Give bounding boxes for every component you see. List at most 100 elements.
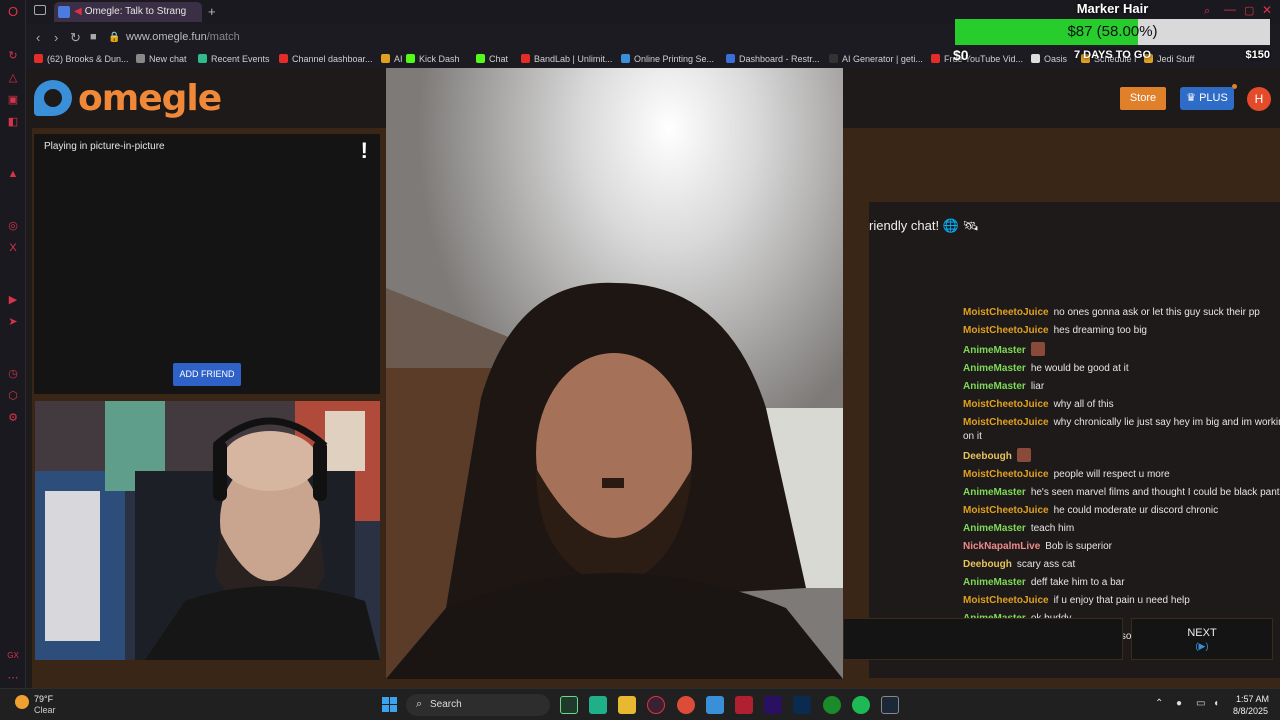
voicemod-icon[interactable] (735, 696, 753, 714)
plus-button[interactable]: ♛ PLUS (1180, 87, 1234, 110)
volume-icon[interactable]: ◖ (1213, 698, 1219, 709)
aria-icon[interactable]: △ (7, 72, 19, 84)
forward-icon[interactable]: › (54, 30, 58, 45)
player-icon[interactable]: ▶ (7, 294, 19, 306)
chat-message: AnimeMaster he would be good at it (963, 362, 1280, 376)
microphone-icon[interactable]: ● (1176, 698, 1182, 709)
add-friend-button[interactable]: ADD FRIEND (173, 363, 241, 386)
image-icon[interactable]: ▣ (7, 94, 19, 106)
chrome-icon[interactable] (677, 696, 695, 714)
welcome-message: riendly chat! 🌐 🛰 (869, 218, 980, 233)
camera-icon[interactable]: ■ (90, 31, 97, 43)
new-tab-button[interactable]: + (208, 4, 216, 19)
stranger-video-panel: Playing in picture-in-picture ! ADD FRIE… (34, 134, 380, 394)
bookmark-item[interactable]: AI Generator | geti... (829, 54, 923, 64)
tab-switcher-icon[interactable] (34, 5, 46, 15)
x-icon[interactable]: X (7, 242, 19, 254)
speaker-icon[interactable]: ◀ (74, 6, 82, 17)
back-icon[interactable]: ‹ (36, 30, 40, 45)
messenger-icon[interactable]: ◧ (7, 116, 19, 128)
extensions-icon[interactable]: ⬡ (7, 390, 19, 402)
picture-in-picture-video[interactable] (386, 68, 843, 679)
url-field[interactable]: www.omegle.fun/match (126, 31, 240, 43)
chat-username[interactable]: MoistCheetoJuice (963, 469, 1049, 480)
app-icon-green[interactable] (589, 696, 607, 714)
chat-username[interactable]: AnimeMaster (963, 345, 1026, 356)
chat-username[interactable]: AnimeMaster (963, 363, 1026, 374)
xbox-icon[interactable] (823, 696, 841, 714)
start-button[interactable] (382, 697, 397, 712)
premiere-icon[interactable] (764, 696, 782, 714)
plus-label: PLUS (1199, 92, 1228, 104)
refresh-icon[interactable]: ↻ (7, 50, 19, 62)
chat-input[interactable] (843, 618, 1123, 660)
steam-icon[interactable] (881, 696, 899, 714)
store-button[interactable]: Store (1120, 87, 1166, 110)
chat-username[interactable]: AnimeMaster (963, 381, 1026, 392)
chat-username[interactable]: MoistCheetoJuice (963, 325, 1049, 336)
chat-username[interactable]: AnimeMaster (963, 487, 1026, 498)
next-button[interactable]: NEXT (▶) (1131, 618, 1273, 660)
weather-temp[interactable]: 79°F (34, 694, 53, 704)
chat-username[interactable]: Deebough (963, 451, 1012, 462)
flame-icon[interactable]: ▲ (7, 168, 19, 180)
photoshop-icon[interactable] (793, 696, 811, 714)
bookmark-item[interactable]: Chat (476, 54, 508, 64)
taskbar-search[interactable]: ⌕ Search (406, 694, 550, 716)
settings-icon[interactable]: ⚙ (7, 412, 19, 424)
clock-date[interactable]: 8/8/2025 (1233, 706, 1268, 716)
file-explorer-icon[interactable] (618, 696, 636, 714)
chat-text: no ones gonna ask or let this guy suck t… (1053, 307, 1260, 318)
goal-title: Marker Hair (1076, 1, 1149, 16)
bookmark-item[interactable]: Channel dashboar... (279, 54, 373, 64)
more-icon[interactable]: ⋯ (7, 672, 19, 684)
bookmark-label: AI Generator | geti... (842, 54, 923, 64)
network-icon[interactable]: ▭ (1196, 698, 1205, 709)
weather-icon[interactable] (15, 695, 29, 709)
bookmark-label: Kick Dash (419, 54, 460, 64)
tab-omegle[interactable]: ◀ Omegle: Talk to Strang (54, 2, 202, 22)
opera-logo-icon[interactable]: O (7, 5, 19, 18)
chat-username[interactable]: Deebough (963, 559, 1012, 570)
gx-icon[interactable]: GX (7, 650, 19, 662)
bookmark-item[interactable]: New chat (136, 54, 187, 64)
tray-chevron-icon[interactable]: ⌃ (1155, 698, 1163, 709)
pip-status-text: Playing in picture-in-picture (44, 141, 165, 152)
bookmark-favicon-icon (34, 54, 43, 63)
send-icon[interactable]: ➤ (7, 316, 19, 328)
weather-desc[interactable]: Clear (34, 705, 56, 715)
photos-icon[interactable] (706, 696, 724, 714)
chat-username[interactable]: MoistCheetoJuice (963, 595, 1049, 606)
clock-time[interactable]: 1:57 AM (1236, 694, 1269, 704)
reload-icon[interactable]: ↻ (70, 30, 81, 46)
bookmark-item[interactable]: Dashboard - Restr... (726, 54, 820, 64)
chat-username[interactable]: AnimeMaster (963, 577, 1026, 588)
chat-message: Deebough scary ass cat (963, 558, 1280, 572)
spotify-icon[interactable] (852, 696, 870, 714)
avatar[interactable]: H (1247, 87, 1271, 111)
bookmark-item[interactable]: Online Printing Se... (621, 54, 714, 64)
bookmark-item[interactable]: Kick Dash (406, 54, 460, 64)
chat-username[interactable]: MoistCheetoJuice (963, 307, 1049, 318)
donation-goal-overlay: Marker Hair $87 (58.00%) $0 7 DAYS TO GO… (953, 0, 1270, 66)
opera-gx-app-icon[interactable] (647, 696, 665, 714)
bookmark-item[interactable]: Recent Events (198, 54, 270, 64)
history-icon[interactable]: ◷ (7, 368, 19, 380)
chat-text: he could moderate ur discord chronic (1053, 505, 1219, 516)
whatsapp-icon[interactable]: ◎ (7, 220, 19, 232)
chat-username[interactable]: NickNapalmLive (963, 541, 1040, 552)
bookmark-item[interactable]: BandLab | Unlimit... (521, 54, 612, 64)
lock-icon[interactable]: 🔒 (108, 32, 120, 43)
chat-message: MoistCheetoJuice why chronically lie just… (963, 416, 1280, 444)
chat-username[interactable]: AnimeMaster (963, 523, 1026, 534)
bookmark-item[interactable]: AI (381, 54, 403, 64)
chat-message: AnimeMaster deff take him to a bar (963, 576, 1280, 590)
chat-username[interactable]: MoistCheetoJuice (963, 505, 1049, 516)
bookmark-item[interactable]: (62) Brooks & Dun... (34, 54, 129, 64)
chat-username[interactable]: MoistCheetoJuice (963, 399, 1049, 410)
report-button[interactable]: ! (361, 138, 368, 164)
bookmark-label: Dashboard - Restr... (739, 54, 820, 64)
goal-days-left: 7 DAYS TO GO (1073, 49, 1152, 61)
audition-app-icon[interactable] (560, 696, 578, 714)
chat-username[interactable]: MoistCheetoJuice (963, 417, 1049, 428)
